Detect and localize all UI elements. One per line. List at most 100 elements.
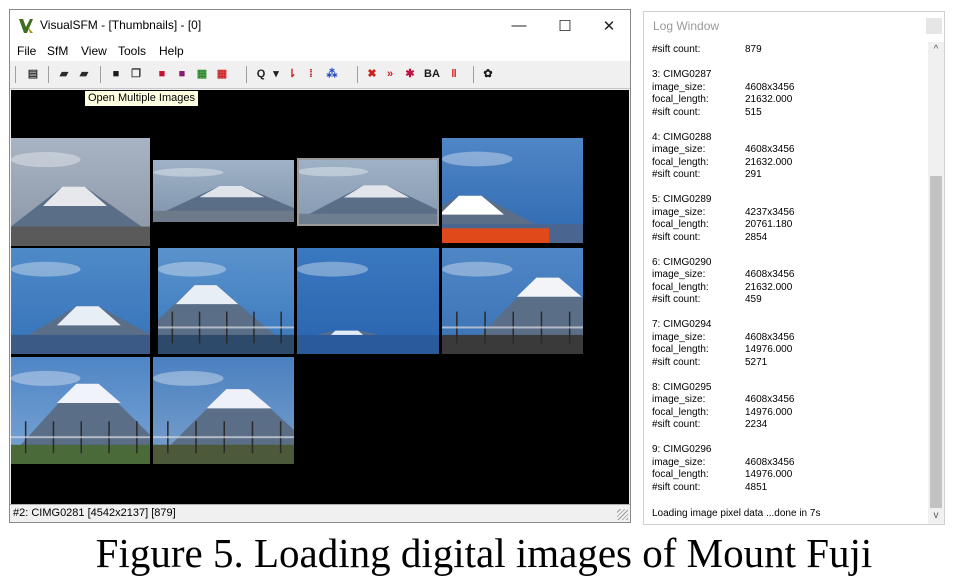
log-value: 21632.000 (745, 281, 793, 293)
tooltip: Open Multiple Images (84, 90, 199, 107)
log-key: 8: CIMG0295 (652, 381, 712, 393)
grid-green-icon[interactable]: ▦ (194, 66, 210, 82)
thumbnail-image[interactable] (153, 160, 294, 222)
log-text-area[interactable]: #sift count: 879 3: CIMG0287 image_size: 460… (644, 42, 929, 524)
feature-icon[interactable]: ⁂ (324, 66, 340, 82)
log-key: #sift count: (652, 231, 701, 243)
thumbnail-image[interactable] (158, 248, 294, 354)
menu-file[interactable]: File (17, 44, 36, 58)
log-value: 2854 (745, 231, 768, 243)
log-key: image_size: (652, 81, 706, 93)
log-key: focal_length: (652, 344, 709, 355)
log-key: image_size: (652, 144, 706, 155)
zoom-icon[interactable]: Q (253, 66, 269, 82)
log-key: image_size: (652, 206, 706, 218)
open-multiple-images-icon[interactable]: ▰ (76, 66, 92, 82)
log-titlebar[interactable]: Log Window (644, 12, 944, 38)
compute-icon[interactable]: ✖ (364, 66, 380, 82)
log-key: image_size: (652, 456, 706, 468)
log-value: 5271 (745, 356, 768, 368)
thumbnail-image[interactable] (153, 357, 294, 464)
thumbnail-canvas[interactable] (11, 90, 629, 504)
thumbnail-image[interactable] (442, 248, 583, 354)
close-button[interactable]: ✕ (586, 10, 632, 41)
log-key: #sift count: (652, 419, 701, 430)
menu-sfm[interactable]: SfM (47, 44, 68, 58)
resize-grip-icon[interactable] (617, 509, 628, 520)
scroll-down-icon[interactable]: v (928, 510, 944, 524)
log-value: 21632.000 (745, 94, 793, 105)
log-key: 5: CIMG0289 (652, 194, 712, 205)
menu-tools[interactable]: Tools (118, 44, 146, 58)
window-titlebar[interactable]: VisualSFM - [Thumbnails] - [0] — ☐ ✕ (10, 10, 630, 41)
log-key: 3: CIMG0287 (652, 69, 712, 80)
log-key: focal_length: (652, 281, 709, 293)
gear-icon[interactable]: ✿ (480, 66, 496, 82)
nvm-red-icon[interactable]: ■ (154, 66, 170, 82)
scroll-thumb[interactable] (930, 176, 942, 508)
toolbar-separator (473, 66, 474, 83)
nvm-purple-icon[interactable]: ■ (174, 66, 190, 82)
minimize-button[interactable]: — (496, 10, 542, 41)
log-key: image_size: (652, 331, 706, 343)
thumbnail-image[interactable] (297, 248, 439, 354)
sparse-icon[interactable]: ✱ (402, 66, 418, 82)
log-key: Loading image pixel data ...done in 7s (652, 507, 821, 519)
thumbnail-image[interactable] (11, 248, 150, 354)
log-key: focal_length: (652, 469, 709, 480)
log-key: focal_length: (652, 156, 709, 168)
log-value: 515 (745, 106, 762, 118)
bundle-adjust-icon[interactable]: BA (422, 66, 442, 82)
sift-icon[interactable]: ⁞ (303, 66, 319, 82)
toolbar-separator (15, 66, 16, 83)
log-value: 14976.000 (745, 469, 793, 480)
log-close-button[interactable] (926, 18, 942, 34)
status-bar: #2: CIMG0281 [4542x2137] [879] (10, 504, 630, 522)
log-value: 4608x3456 (745, 144, 795, 155)
pause-icon[interactable]: ‖ (446, 66, 462, 82)
log-key: #sift count: (652, 169, 701, 180)
toolbar-separator (246, 66, 247, 83)
log-key: image_size: (652, 394, 706, 405)
thumbnail-image[interactable] (11, 138, 150, 246)
log-icon[interactable]: ▤ (25, 66, 41, 82)
thumbnail-image[interactable] (11, 357, 150, 464)
maximize-button[interactable]: ☐ (542, 10, 588, 41)
log-value: 4851 (745, 481, 768, 493)
toolbar-separator (357, 66, 358, 83)
forward-icon[interactable]: » (382, 66, 398, 82)
toolbar-separator (100, 66, 101, 83)
save-icon[interactable]: ■ (108, 66, 124, 82)
menu-view[interactable]: View (81, 44, 107, 58)
log-value: 4608x3456 (745, 81, 795, 93)
copy-icon[interactable]: ❐ (128, 66, 144, 82)
log-value: 4608x3456 (745, 269, 795, 280)
log-key: 4: CIMG0288 (652, 131, 712, 143)
log-key: 7: CIMG0294 (652, 319, 712, 330)
log-scrollbar[interactable]: ^ v (928, 42, 944, 524)
menu-help[interactable]: Help (159, 44, 184, 58)
log-key: #sift count: (652, 44, 701, 55)
log-value: 4608x3456 (745, 331, 795, 343)
log-value: 21632.000 (745, 156, 793, 168)
log-value: 879 (745, 44, 762, 55)
scroll-up-icon[interactable]: ^ (928, 44, 944, 58)
thumbnail-image[interactable] (442, 138, 583, 243)
status-text: #2: CIMG0281 [4542x2137] [879] (13, 507, 176, 519)
log-value: 20761.180 (745, 219, 793, 230)
figure-caption: Figure 5. Loading digital images of Moun… (95, 530, 873, 576)
menu-bar: File SfM View Tools Help (10, 41, 630, 61)
log-key: #sift count: (652, 294, 701, 305)
match-icon[interactable]: ⇂ (284, 66, 300, 82)
log-key: #sift count: (652, 481, 701, 493)
log-key: focal_length: (652, 406, 709, 418)
window-title: VisualSFM - [Thumbnails] - [0] (40, 18, 202, 32)
grid-color-icon[interactable]: ▦ (214, 66, 230, 82)
log-key: #sift count: (652, 356, 701, 368)
log-value: 291 (745, 169, 762, 180)
log-key: #sift count: (652, 106, 701, 118)
thumbnail-image[interactable] (297, 158, 439, 226)
dropdown-icon[interactable]: ▾ (268, 66, 284, 82)
open-folder-icon[interactable]: ▰ (56, 66, 72, 82)
log-window: Log Window #sift count: 879 3: CIMG0287 ima… (643, 11, 945, 525)
